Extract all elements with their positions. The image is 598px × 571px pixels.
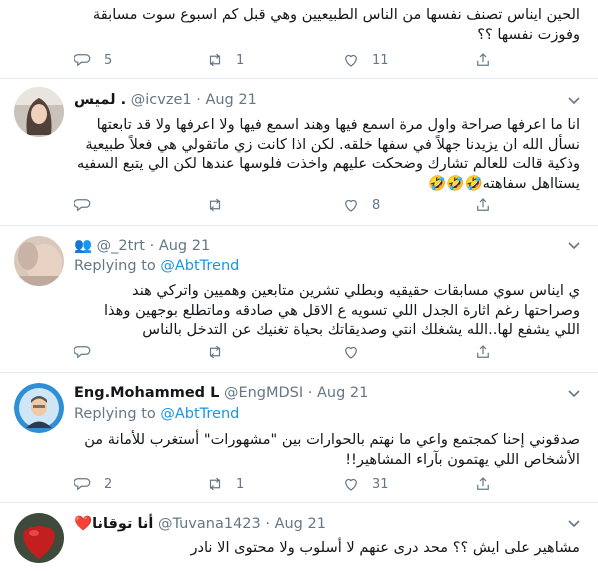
share-button[interactable] [474,51,492,69]
tweet-text: صدقوني إحنا كمجتمع واعي ما نهتم بالحوارا… [84,431,580,468]
tweet-header: ❤️أنا توقانا @Tuvana1423 · Aug 21 [74,516,326,532]
profile-photo [14,513,64,563]
share-icon [477,198,489,211]
retweet-icon [209,477,221,491]
heart-icon [345,199,357,212]
replying-to-link[interactable]: @AbtTrend [160,406,239,422]
tweet-date[interactable]: Aug 21 [205,92,256,108]
reply-button[interactable] [74,343,104,361]
retweet-button[interactable] [206,343,236,361]
replying-to-link[interactable]: @AbtTrend [160,258,239,274]
retweet-button[interactable]: 1 [206,51,244,69]
reply-count: 5 [104,52,113,68]
chevron-down-icon[interactable] [568,242,580,250]
like-count: 31 [372,476,389,492]
retweet-count: 1 [236,52,245,68]
chevron-down-icon[interactable] [568,520,580,528]
tweet[interactable]: الحين ايناس تصنف نفسها من الناس الطبيعيي… [0,0,598,79]
avatar[interactable] [14,513,64,563]
share-button[interactable] [474,343,492,361]
tweet-actions: 8 [74,196,580,218]
retweet-button[interactable] [206,196,236,214]
retweet-icon [209,345,221,359]
heart-icon [345,478,357,491]
display-name[interactable]: Eng.Mohammed L [74,385,219,401]
profile-photo [14,236,64,286]
like-button[interactable]: 8 [342,196,380,214]
handle[interactable]: @Tuvana1423 [158,516,261,532]
heart-icon [345,54,357,67]
tweet-text: انا ما اعرفها صراحة واول مرة اسمع فيها و… [77,116,580,192]
tweet-date[interactable]: Aug 21 [159,238,210,254]
display-name[interactable]: لميس . [74,92,126,108]
retweet-icon [209,198,221,212]
reply-button[interactable]: 2 [74,475,112,493]
heart-icon [345,346,357,359]
profile-photo [14,383,64,433]
handle[interactable]: @icvze1 [131,92,192,108]
handle[interactable]: @_2trt [97,238,145,254]
retweet-icon [209,53,221,67]
chevron-down-icon[interactable] [568,390,580,398]
handle[interactable]: @EngMDSI [224,385,303,401]
like-count: 11 [372,52,389,68]
reply-icon [74,346,91,359]
verified-icons: 👥 [74,238,93,254]
tweet-header: Eng.Mohammed L @EngMDSI · Aug 21 [74,385,369,401]
retweet-button[interactable]: 1 [206,475,244,493]
reply-icon [74,478,91,491]
like-count: 8 [372,197,381,213]
share-icon [477,53,489,66]
avatar[interactable] [14,236,64,286]
reply-count: 2 [104,476,113,492]
tweet[interactable]: Eng.Mohammed L @EngMDSI · Aug 21 Replyin… [0,373,598,503]
reply-button[interactable] [74,196,104,214]
reply-button[interactable]: 5 [74,51,112,69]
like-button[interactable] [342,343,372,361]
tweet[interactable]: لميس . @icvze1 · Aug 21 انا ما اعرفها صر… [0,79,598,226]
tweet-header: 👥 @_2trt · Aug 21 [74,238,211,254]
tweet-date[interactable]: Aug 21 [275,516,326,532]
share-button[interactable] [474,475,492,493]
replying-to: Replying to @AbtTrend [74,406,240,422]
share-button[interactable] [474,196,492,214]
share-icon [477,477,489,490]
avatar[interactable] [14,383,64,433]
like-button[interactable]: 11 [342,51,389,69]
tweet-date[interactable]: Aug 21 [317,385,368,401]
profile-photo [14,87,64,137]
share-icon [477,345,489,358]
tweet-actions: 2 1 31 [74,475,580,497]
tweet-header: لميس . @icvze1 · Aug 21 [74,92,257,108]
tweet-text: ي ايناس سوي مسابقات حقيقيه وبطلي تشرين م… [103,282,580,338]
reply-icon [74,199,91,212]
tweet[interactable]: 👥 @_2trt · Aug 21 Replying to @AbtTrend … [0,226,598,373]
tweet[interactable]: ❤️أنا توقانا @Tuvana1423 · Aug 21 مشاهير… [0,503,598,571]
tweet-text: الحين ايناس تصنف نفسها من الناس الطبيعيي… [92,6,580,43]
tweet-actions: 5 1 11 [74,51,580,73]
tweet-text: مشاهير على ايش ؟؟ محد درى عنهم لا أسلوب … [190,539,580,556]
tweet-actions [74,343,580,365]
retweet-count: 1 [236,476,245,492]
display-name[interactable]: ❤️أنا توقانا [74,516,153,532]
reply-icon [74,54,91,67]
like-button[interactable]: 31 [342,475,389,493]
avatar[interactable] [14,87,64,137]
chevron-down-icon[interactable] [568,97,580,105]
replying-to: Replying to @AbtTrend [74,258,240,274]
